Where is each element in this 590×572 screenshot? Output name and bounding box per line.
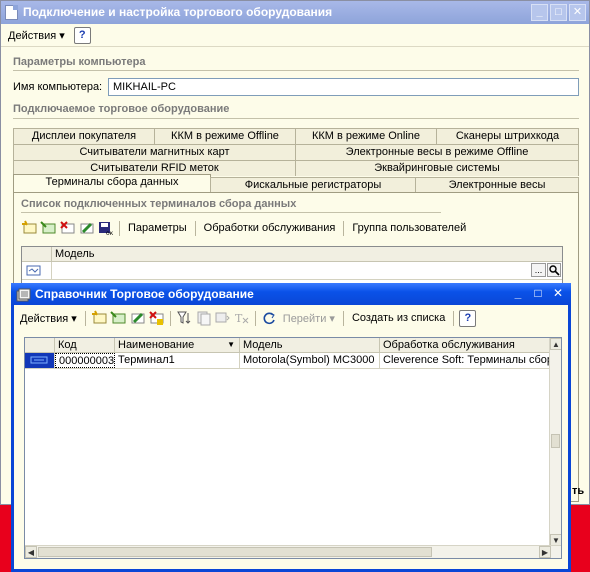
row-icon-cell [25, 353, 55, 368]
tab-electronic-scales[interactable]: Электронные весы [415, 177, 579, 193]
processing-cell[interactable]: Cleverence Soft: Терминалы сбор [380, 353, 551, 368]
dialog-maximize-button[interactable]: □ [529, 285, 547, 303]
add-icon[interactable] [91, 310, 108, 326]
add-group-icon[interactable] [110, 310, 127, 326]
name-cell[interactable]: Терминал1 [115, 353, 240, 368]
dialog-toolbar: Действия ▾ T Перейти ▾ Создать из списка… [17, 308, 477, 328]
section-divider [21, 212, 441, 213]
catalog-icon [16, 287, 31, 309]
tab-row-1: Дисплеи покупателя ККМ в режиме Offline … [13, 128, 579, 144]
sort-desc-icon: ▼ [227, 340, 235, 349]
grid-header-processing[interactable]: Обработка обслуживания [380, 338, 551, 352]
terminal-row-icon [26, 265, 41, 276]
table-row[interactable]: ... [22, 262, 562, 280]
processing-button[interactable]: Обработки обслуживания [201, 220, 339, 236]
toolbar-separator [254, 310, 256, 326]
tab-kkm-offline[interactable]: ККМ в режиме Offline [154, 128, 296, 144]
grid-header-model[interactable]: Модель [240, 338, 380, 352]
main-window-titlebar[interactable]: Подключение и настройка торгового оборуд… [1, 1, 589, 24]
dialog-close-button[interactable]: ✕ [549, 285, 567, 303]
delete-icon[interactable] [59, 220, 76, 236]
tab-row-2: Считыватели магнитных карт Электронные в… [13, 144, 579, 160]
computer-section-title: Параметры компьютера [13, 56, 146, 68]
dialog-titlebar[interactable]: Справочник Торговое оборудование _ □ ✕ [11, 283, 571, 305]
dialog-minimize-button[interactable]: _ [509, 285, 527, 303]
grid-header-icon-col [22, 247, 52, 261]
edit-icon[interactable] [129, 310, 146, 326]
add-icon[interactable] [21, 220, 38, 236]
search-icon[interactable] [547, 263, 561, 277]
toolbar-separator [343, 220, 345, 236]
add-copy-icon[interactable] [40, 220, 57, 236]
model-cell[interactable]: Motorola(Symbol) MC3000 [240, 353, 380, 368]
users-group-button[interactable]: Группа пользователей [349, 220, 469, 236]
tab-customer-displays[interactable]: Дисплеи покупателя [13, 128, 155, 144]
vertical-scrollbar[interactable]: ▲ ▼ [549, 338, 561, 546]
partial-button-label[interactable]: ть [572, 485, 584, 497]
horizontal-scrollbar[interactable]: ◀ ▶ [25, 545, 561, 558]
row-icon-cell [22, 262, 52, 279]
section-divider [13, 70, 579, 71]
mark-delete-icon[interactable] [148, 310, 165, 326]
grid-header-model[interactable]: Модель [52, 247, 562, 261]
tab-kkm-online[interactable]: ККМ в режиме Online [295, 128, 437, 144]
table-row[interactable]: 000000003 Терминал1 Motorola(Symbol) MC3… [25, 353, 551, 369]
main-toolbar: Действия ▾ ? [1, 24, 589, 47]
dialog-help-button[interactable]: ? [459, 309, 477, 327]
equipment-grid: Код Наименование ▼ Модель Обработка обсл… [24, 337, 562, 559]
refresh-icon[interactable] [261, 310, 278, 326]
grid-header-name[interactable]: Наименование ▼ [115, 338, 240, 352]
parameters-button[interactable]: Параметры [125, 220, 190, 236]
tab-magnetic-card-readers[interactable]: Считыватели магнитных карт [13, 144, 296, 160]
tab-barcode-scanners[interactable]: Сканеры штрихкода [436, 128, 579, 144]
tab-data-terminals[interactable]: Терминалы сбора данных [13, 174, 211, 193]
document-icon [5, 5, 18, 20]
main-window-title: Подключение и настройка торгового оборуд… [23, 5, 333, 19]
close-button[interactable]: ✕ [569, 4, 586, 21]
grid-header-code[interactable]: Код [55, 338, 115, 352]
maximize-button[interactable]: □ [550, 4, 567, 21]
clear-filter-icon: T [233, 310, 250, 326]
scroll-right-arrow[interactable]: ▶ [539, 546, 551, 558]
grid-header-icon-col [25, 338, 55, 352]
goto-button: Перейти ▾ [282, 312, 335, 325]
toolbar-separator [342, 310, 344, 326]
computer-name-field[interactable]: MIKHAIL-PC [108, 78, 579, 96]
create-from-list-button[interactable]: Создать из списка [349, 310, 448, 326]
scroll-left-arrow[interactable]: ◀ [25, 546, 37, 558]
tab-scales-offline[interactable]: Электронные весы в режиме Offline [295, 144, 579, 160]
edit-icon[interactable] [78, 220, 95, 236]
model-cell[interactable]: ... [52, 262, 562, 279]
computer-name-label: Имя компьютера: [13, 81, 103, 93]
equipment-catalog-dialog: Справочник Торговое оборудование _ □ ✕ Д… [11, 283, 571, 572]
svg-text:T: T [235, 312, 243, 325]
terminals-list-title: Список подключенных терминалов сбора дан… [21, 198, 297, 210]
equipment-item-icon [30, 356, 48, 364]
equipment-section-title: Подключаемое торговое оборудование [13, 103, 230, 115]
toolbar-separator [169, 310, 171, 326]
dialog-title: Справочник Торговое оборудование [35, 287, 254, 301]
help-button[interactable]: ? [73, 26, 91, 44]
dialog-actions-menu[interactable]: Действия ▾ [17, 310, 80, 327]
minimize-button[interactable]: _ [531, 4, 548, 21]
section-divider [13, 118, 579, 119]
toolbar-separator [119, 220, 120, 236]
save-settings-icon[interactable]: ок [97, 220, 114, 237]
tab-fiscal-registers[interactable]: Фискальные регистраторы [210, 177, 416, 193]
scroll-thumb[interactable] [551, 434, 560, 448]
terminals-list-toolbar: ок Параметры Обработки обслуживания Груп… [21, 219, 469, 237]
toolbar-separator [453, 310, 455, 326]
hierarchy-icon [214, 310, 231, 326]
filter-icon[interactable] [176, 310, 193, 326]
copy-icon [195, 310, 212, 326]
actions-menu[interactable]: Действия ▾ [5, 27, 68, 44]
select-button[interactable]: ... [531, 263, 546, 277]
tab-row-4: Терминалы сбора данных Фискальные регист… [13, 174, 579, 193]
scroll-thumb[interactable] [38, 547, 432, 557]
svg-text:ок: ок [106, 230, 114, 236]
scroll-up-arrow[interactable]: ▲ [550, 338, 561, 350]
code-cell[interactable]: 000000003 [55, 353, 115, 368]
toolbar-separator [84, 310, 86, 326]
toolbar-separator [194, 220, 196, 236]
